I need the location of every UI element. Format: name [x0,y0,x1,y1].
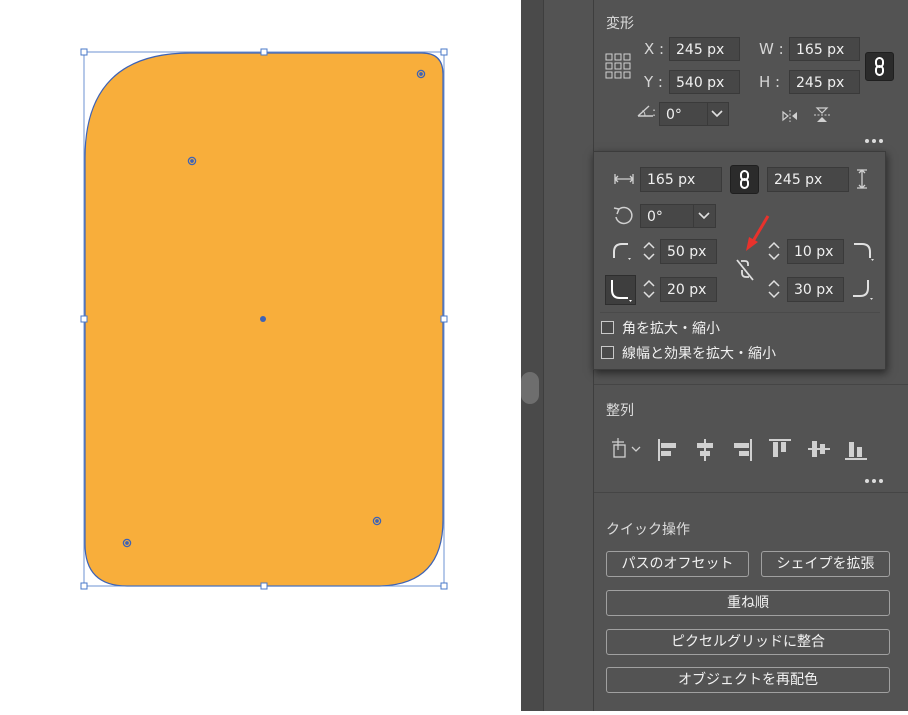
align-vertical-center-icon[interactable] [806,437,832,463]
x-field[interactable]: 245 px [669,37,740,61]
align-top-icon[interactable] [767,437,793,463]
scale-corners-checkbox[interactable] [601,321,614,334]
chevron-down-icon[interactable] [710,106,724,120]
recolor-artwork-button[interactable]: オブジェクトを再配色 [606,667,890,693]
angle-value: 0° [666,107,682,123]
rect-height-field[interactable]: 245 px [767,167,849,192]
constrain-proportions-button[interactable] [865,52,894,81]
y-label: Y : [644,73,663,91]
corner-type-bottom-left-button[interactable] [605,275,636,305]
height-icon [857,169,867,189]
arrange-button[interactable]: 重ね順 [606,590,890,616]
quick-actions-title: クイック操作 [606,522,690,538]
w-field[interactable]: 165 px [789,37,860,61]
scale-strokes-checkbox[interactable] [601,346,614,359]
rounded-rectangle-shape[interactable] [0,0,521,711]
align-horizontal-center-icon[interactable] [693,437,717,463]
scale-corners-label: 角を拡大・縮小 [622,321,720,337]
align-left-icon[interactable] [656,437,680,463]
rect-rotate-value: 0° [647,209,663,225]
more-align-options-icon[interactable] [864,477,884,485]
gutter-divider [543,0,544,711]
chevron-down-icon[interactable] [697,208,711,222]
corner-type-top-left-icon[interactable] [610,240,632,262]
rotate-icon [613,206,633,225]
flip-horizontal-icon[interactable] [781,108,801,124]
flip-vertical-icon[interactable] [812,106,832,124]
expand-shape-button[interactable]: シェイプを拡張 [761,551,890,577]
link-icon [740,170,749,189]
w-label: W : [759,40,784,58]
link-dimensions-button[interactable] [730,165,759,194]
corner-radius-top-left-field[interactable]: 50 px [660,239,717,264]
offset-path-button[interactable]: パスのオフセット [606,551,749,577]
corner-radius-bottom-left-field[interactable]: 20 px [660,277,717,302]
corner-radius-top-right-field[interactable]: 10 px [787,239,844,264]
align-title: 整列 [606,403,634,419]
artboard-canvas[interactable] [0,0,521,711]
panel-gutter [521,0,543,711]
more-options-icon[interactable] [864,137,884,145]
align-to-dropdown-icon[interactable] [608,436,644,462]
width-icon [614,174,634,184]
corner-type-bottom-left-icon [611,280,632,302]
align-bottom-icon[interactable] [843,437,869,463]
center-point [260,316,266,322]
unlink-corners-icon[interactable] [734,256,756,284]
link-icon [875,57,884,76]
rect-width-field[interactable]: 165 px [640,167,722,192]
x-label: X : [644,40,665,58]
panel-collapse-handle[interactable] [521,372,539,404]
annotation-arrow [746,215,770,251]
y-field[interactable]: 540 px [669,70,740,94]
reference-point-icon[interactable] [605,53,631,79]
stepper-icon[interactable] [767,278,781,300]
align-to-pixel-grid-button[interactable]: ピクセルグリッドに整合 [606,629,890,655]
h-field[interactable]: 245 px [789,70,860,94]
transform-title: 変形 [606,16,634,32]
scale-strokes-label: 線幅と効果を拡大・縮小 [622,346,776,362]
corner-type-top-right-icon[interactable] [852,240,876,262]
h-label: H : [759,73,781,91]
align-right-icon[interactable] [730,437,754,463]
stepper-icon[interactable] [642,278,656,300]
corner-radius-bottom-right-field[interactable]: 30 px [787,277,844,302]
corner-type-bottom-right-icon[interactable] [850,278,876,302]
stepper-icon[interactable] [642,240,656,262]
